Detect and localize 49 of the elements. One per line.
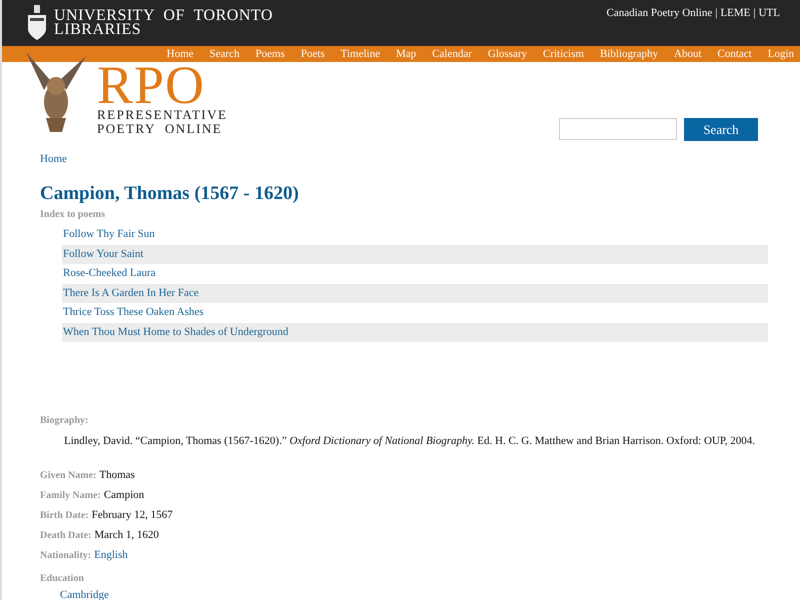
section-label: Index to poems	[40, 209, 106, 220]
header-link[interactable]: Canadian Poetry Online	[606, 7, 712, 46]
field-label: Given Name:	[40, 470, 96, 481]
field-label: Birth Date:	[40, 510, 89, 521]
field-value: Thomas	[99, 469, 135, 481]
nav-link[interactable]: Search	[210, 48, 240, 60]
field-label: Nationality:	[40, 550, 92, 561]
header-link[interactable]: LEME	[720, 7, 750, 46]
search-field[interactable]	[559, 118, 677, 140]
citation-text: Lindley, David. “Campion, Thomas (1567-1620).” Oxford Dictionary of National Biography. Ed. H. C. G. Matthew and Brian Harrison. Oxford: OUP, 2004.	[64, 435, 756, 447]
field-value: March 1, 1620	[94, 529, 159, 541]
nav-link[interactable]: Bibliography	[600, 48, 658, 60]
link-separator: |	[715, 7, 718, 21]
page-title: Campion, Thomas (1567 - 1620)	[40, 183, 300, 205]
header-link[interactable]: UTL	[758, 7, 780, 46]
nav-link[interactable]: Map	[396, 48, 416, 60]
logo-title: UNIVERSITY OF TORONTO	[54, 9, 273, 23]
section-label: Biography:	[40, 415, 90, 426]
field-value: Campion	[104, 489, 144, 501]
nav-link[interactable]: Criticism	[542, 48, 584, 60]
nav-link[interactable]: Login	[768, 48, 794, 60]
poem-link[interactable]: Rose-Cheeked Laura	[62, 264, 768, 284]
nav-link[interactable]: Glossary	[488, 48, 527, 60]
link-separator: |	[753, 7, 756, 21]
education-link[interactable]: Cambridge	[60, 589, 768, 600]
nav-link[interactable]: Poets	[300, 48, 325, 60]
field-label: Family Name:	[40, 490, 101, 501]
search-button[interactable]: Search	[684, 118, 758, 141]
nav-link[interactable]: Home	[166, 48, 194, 60]
breadcrumb-link[interactable]: Home	[40, 153, 768, 165]
nav-link[interactable]: Poems	[255, 48, 285, 60]
section-label: Education	[40, 573, 85, 584]
poem-link[interactable]: When Thou Must Home to Shades of Underground	[62, 322, 768, 342]
nav-link[interactable]: Calendar	[432, 48, 472, 60]
logo-subtitle: LIBRARIES	[54, 23, 142, 37]
brand-subtitle: REPRESENTATIVE	[97, 108, 228, 122]
nav-link[interactable]: Timeline	[340, 48, 380, 60]
poem-link[interactable]: Follow Thy Fair Sun	[62, 225, 768, 244]
poem-link[interactable]: Thrice Toss These Oaken Ashes	[62, 303, 768, 322]
nav-link[interactable]: Contact	[718, 48, 752, 60]
field-value: February 12, 1567	[92, 509, 173, 521]
crest-icon	[26, 4, 48, 42]
poem-link[interactable]: There Is A Garden In Her Face	[62, 284, 768, 303]
field-link[interactable]: English	[94, 549, 128, 561]
brand-title: RPO	[97, 62, 206, 108]
poem-link[interactable]: Follow Your Saint	[62, 244, 768, 264]
brand-subtitle: POETRY ONLINE	[97, 122, 224, 136]
field-label: Death Date:	[40, 530, 92, 541]
nav-link[interactable]: About	[674, 48, 702, 60]
